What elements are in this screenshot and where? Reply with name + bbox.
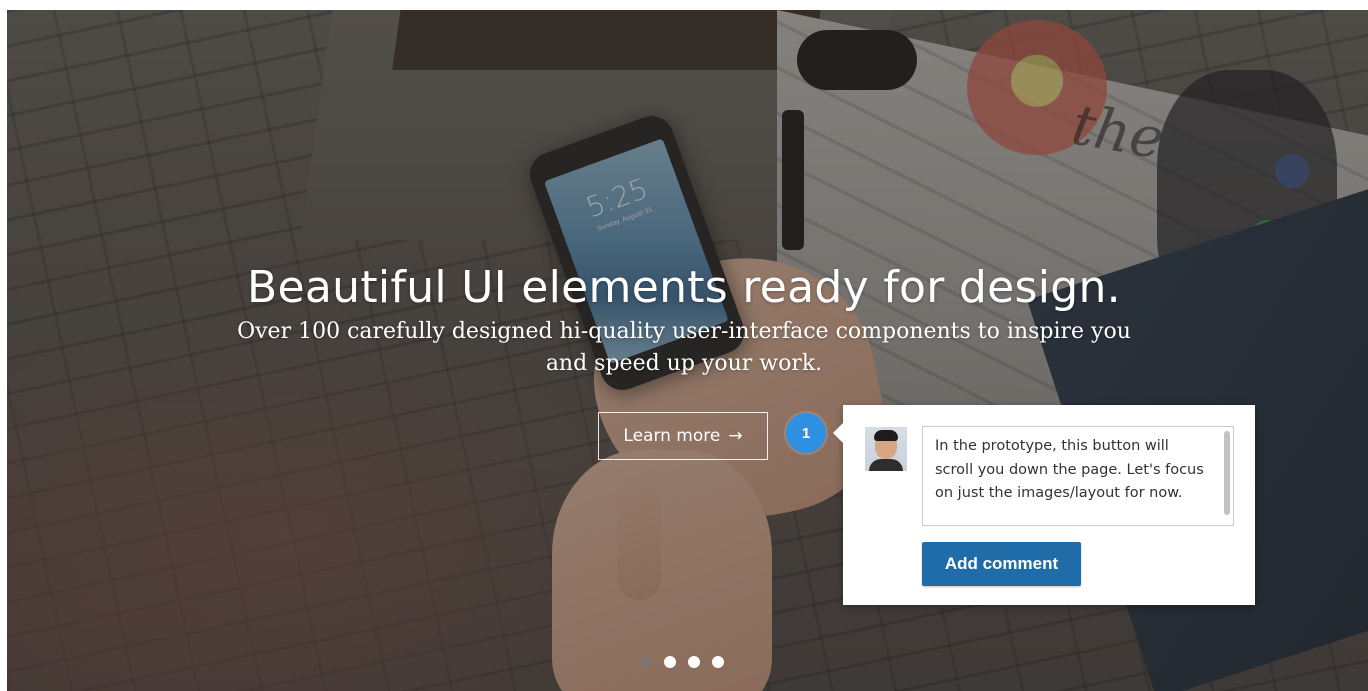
- learn-more-button[interactable]: Learn more →: [598, 412, 768, 460]
- avatar: [865, 427, 907, 471]
- carousel-pager: [640, 656, 724, 668]
- carousel-dot-4[interactable]: [712, 656, 724, 668]
- hero-subtitle-line-2: and speed up your work.: [545, 351, 823, 376]
- annotation-badge[interactable]: 1: [786, 413, 826, 453]
- hero-subtitle-line-1: Over 100 carefully designed hi-quality u…: [237, 319, 1131, 344]
- carousel-dot-2[interactable]: [664, 656, 676, 668]
- carousel-dot-1[interactable]: [640, 656, 652, 668]
- learn-more-label: Learn more: [623, 426, 721, 446]
- hero-subtitle: Over 100 carefully designed hi-quality u…: [0, 316, 1368, 380]
- hero-title: Beautiful UI elements ready for design.: [247, 262, 1121, 313]
- comment-popover: In the prototype, this button will scrol…: [833, 405, 1255, 605]
- comment-textarea[interactable]: In the prototype, this button will scrol…: [922, 426, 1234, 526]
- arrow-right-icon: →: [728, 426, 743, 446]
- add-comment-button[interactable]: Add comment: [922, 542, 1081, 586]
- carousel-dot-3[interactable]: [688, 656, 700, 668]
- comment-text: In the prototype, this button will scrol…: [935, 438, 1204, 501]
- comment-scrollbar[interactable]: [1224, 431, 1230, 515]
